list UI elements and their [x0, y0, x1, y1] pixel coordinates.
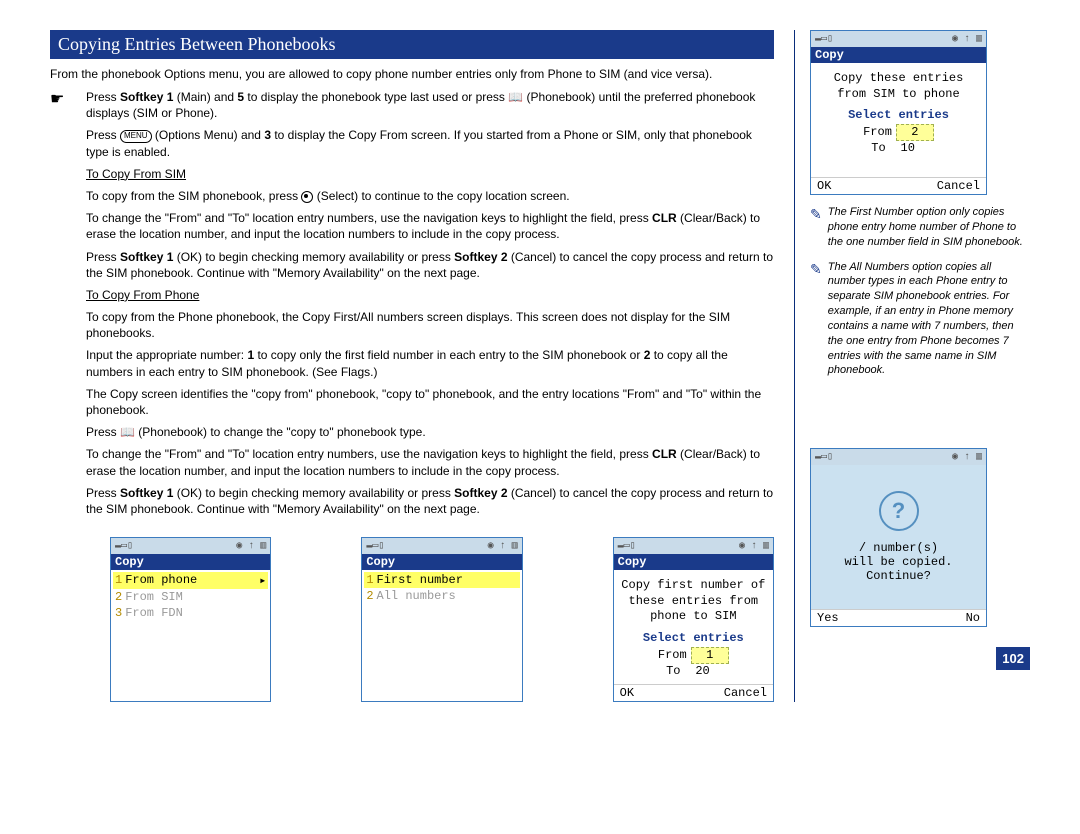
heading-copy-from-sim: To Copy From SIM	[86, 166, 774, 182]
list-item[interactable]: 2All numbers	[364, 588, 519, 604]
select-icon	[301, 191, 313, 203]
intro-text: From the phonebook Options menu, you are…	[50, 67, 774, 81]
no-softkey[interactable]: No	[966, 611, 980, 625]
phonebook-icon: 📖	[120, 425, 135, 439]
select-entries-label: Select entries	[616, 631, 771, 647]
note-all-numbers: The All Numbers option copies all number…	[828, 260, 1030, 379]
statusbar-icons-right: ◉ ↑ ▥	[952, 33, 982, 45]
to-field[interactable]: 20	[685, 664, 721, 680]
screen-title: Copy	[811, 47, 986, 63]
sim-step-3: Press Softkey 1 (OK) to begin checking m…	[86, 249, 774, 281]
phone-step-3: The Copy screen identifies the "copy fro…	[86, 386, 774, 418]
phone-step-4: Press 📖 (Phonebook) to change the "copy …	[86, 424, 774, 440]
to-label: To	[871, 141, 885, 157]
phone-screen-confirm: ▬▭▯ ◉ ↑ ▥ ? / number(s) will be copied. C…	[810, 448, 987, 627]
menu-icon: MENU	[120, 130, 152, 143]
list-item[interactable]: 1From phone▸	[113, 572, 268, 589]
sim-step-1: To copy from the SIM phonebook, press (S…	[86, 188, 774, 204]
cancel-softkey[interactable]: Cancel	[937, 179, 980, 193]
to-field[interactable]: 10	[890, 141, 926, 157]
confirm-text: / number(s)	[859, 541, 938, 555]
heading-copy-from-phone: To Copy From Phone	[86, 287, 774, 303]
question-icon: ?	[879, 491, 919, 531]
note-icon: ✎	[810, 205, 822, 250]
to-label: To	[666, 664, 680, 680]
screen-title: Copy	[614, 554, 773, 570]
step-1: Press Softkey 1 (Main) and 5 to display …	[86, 89, 774, 121]
section-title: Copying Entries Between Phonebooks	[50, 30, 774, 59]
phone-screen-first-all: ▬▭▯ ◉ ↑ ▥ Copy 1First number 2All numbers	[361, 537, 522, 702]
phone-screen-select-entries-sim: ▬▭▯ ◉ ↑ ▥ Copy Copy these entries from SI…	[810, 30, 987, 195]
select-entries-label: Select entries	[813, 108, 984, 124]
confirm-text: Continue?	[866, 569, 931, 583]
step-2: Press MENU (Options Menu) and 3 to displ…	[86, 127, 774, 159]
statusbar-icons-left: ▬▭▯	[815, 451, 833, 463]
copy-desc: phone to SIM	[616, 609, 771, 625]
phonebook-icon: 📖	[508, 90, 523, 104]
statusbar-icons-right: ◉ ↑ ▥	[488, 540, 518, 552]
phone-step-5: To change the "From" and "To" location e…	[86, 446, 774, 478]
copy-desc: Copy first number of	[616, 578, 771, 594]
statusbar-icons-right: ◉ ↑ ▥	[952, 451, 982, 463]
copy-desc: from SIM to phone	[813, 87, 984, 103]
copy-desc: these entries from	[616, 594, 771, 610]
cancel-softkey[interactable]: Cancel	[724, 686, 767, 700]
phone-step-2: Input the appropriate number: 1 to copy …	[86, 347, 774, 379]
pointer-icon: ☛	[50, 89, 86, 121]
screen-title: Copy	[362, 554, 521, 570]
from-label: From	[658, 648, 687, 664]
from-field[interactable]: 2	[896, 124, 934, 142]
note-first-number: The First Number option only copies phon…	[828, 205, 1030, 250]
phone-screen-select-entries-phone: ▬▭▯ ◉ ↑ ▥ Copy Copy first number of these…	[613, 537, 774, 702]
confirm-text: will be copied.	[844, 555, 952, 569]
statusbar-icons-left: ▬▭▯	[366, 540, 384, 552]
statusbar-icons-right: ◉ ↑ ▥	[236, 540, 266, 552]
statusbar-icons-left: ▬▭▯	[815, 33, 833, 45]
phone-step-6: Press Softkey 1 (OK) to begin checking m…	[86, 485, 774, 517]
ok-softkey[interactable]: OK	[817, 179, 831, 193]
note-icon: ✎	[810, 260, 822, 379]
list-item[interactable]: 2From SIM	[113, 589, 268, 605]
phone-screen-copy-from: ▬▭▯ ◉ ↑ ▥ Copy 1From phone▸ 2From SIM 3Fr…	[110, 537, 271, 702]
statusbar-icons-left: ▬▭▯	[618, 540, 636, 552]
phone-step-1: To copy from the Phone phonebook, the Co…	[86, 309, 774, 341]
sim-step-2: To change the "From" and "To" location e…	[86, 210, 774, 242]
ok-softkey[interactable]: OK	[620, 686, 634, 700]
screen-title: Copy	[111, 554, 270, 570]
statusbar-icons-left: ▬▭▯	[115, 540, 133, 552]
chevron-right-icon: ▸	[259, 573, 266, 588]
statusbar-icons-right: ◉ ↑ ▥	[739, 540, 769, 552]
from-label: From	[863, 125, 892, 141]
list-item[interactable]: 1First number	[364, 572, 519, 588]
yes-softkey[interactable]: Yes	[817, 611, 839, 625]
from-field[interactable]: 1	[691, 647, 729, 665]
list-item[interactable]: 3From FDN	[113, 605, 268, 621]
copy-desc: Copy these entries	[813, 71, 984, 87]
page-number: 102	[996, 647, 1030, 670]
